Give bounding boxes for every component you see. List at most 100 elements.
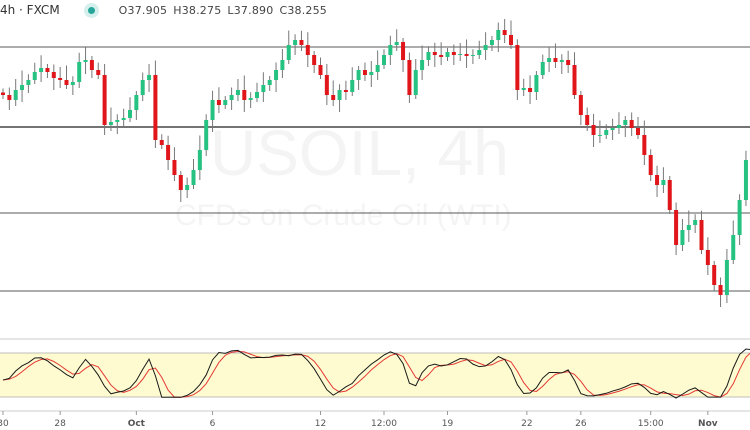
- candle-body: [661, 180, 666, 185]
- candle-body: [108, 122, 113, 125]
- candle-body: [559, 60, 564, 62]
- candle-body: [216, 100, 221, 105]
- candle-body: [197, 150, 202, 170]
- candle-body: [724, 260, 729, 295]
- candle-body: [489, 40, 494, 45]
- x-tick-label: 30: [0, 419, 9, 429]
- candle-body: [509, 35, 513, 45]
- candle-body: [439, 55, 444, 57]
- watermark-symbol: USOIL, 4h: [210, 117, 509, 189]
- candle-body: [248, 98, 253, 100]
- x-tick-label: 28: [54, 419, 66, 429]
- candle-body: [286, 45, 291, 60]
- candle-body: [39, 68, 44, 72]
- candle-body: [185, 185, 190, 190]
- candle-body: [553, 58, 558, 62]
- candle-body: [743, 160, 748, 200]
- x-tick-label: 26: [575, 419, 587, 429]
- watermark-description: CFDs on Crude Oil (WTI): [175, 199, 512, 232]
- x-tick-label: 12: [315, 419, 326, 429]
- candle-body: [585, 115, 590, 125]
- candle-body: [667, 180, 672, 210]
- candle-body: [591, 125, 596, 135]
- candle-body: [686, 225, 691, 230]
- candle-body: [128, 110, 132, 118]
- candle-body: [547, 58, 552, 62]
- candle-body: [578, 95, 583, 115]
- candle-body: [693, 220, 698, 225]
- candle-body: [540, 62, 545, 75]
- ohlc-close: C38.255: [279, 3, 328, 17]
- candle-body: [572, 65, 577, 95]
- candle-body: [337, 90, 342, 100]
- candle-body: [655, 175, 660, 185]
- candle-body: [343, 90, 348, 92]
- candle-body: [1, 92, 5, 95]
- candle-body: [13, 90, 18, 100]
- candle-body: [680, 230, 685, 245]
- x-tick-label: Nov: [698, 419, 718, 429]
- candle-body: [204, 120, 209, 150]
- ohlc-low: L37.890: [227, 3, 274, 17]
- candle-body: [731, 235, 736, 260]
- candle-body: [705, 250, 710, 265]
- candle-body: [45, 68, 50, 72]
- candle-body: [7, 95, 12, 100]
- x-tick-label: 6: [210, 419, 216, 429]
- candle-body: [26, 80, 31, 85]
- candle-body: [134, 95, 139, 110]
- candle-body: [375, 65, 380, 72]
- ohlc-open: O37.905: [118, 3, 168, 17]
- candle-body: [413, 70, 418, 95]
- candle-body: [458, 54, 463, 55]
- x-tick-label: 22: [521, 419, 532, 429]
- price-chart[interactable]: USOIL, 4h CFDs on Crude Oil (WTI) 30 28 Oc…: [0, 0, 750, 430]
- candle-body: [470, 55, 475, 56]
- x-tick-label: 19: [442, 419, 454, 429]
- candle-body: [121, 118, 126, 120]
- candle-body: [32, 72, 37, 80]
- candle-body: [432, 52, 437, 55]
- candle-body: [223, 100, 228, 105]
- x-tick-label: 12:00: [371, 419, 397, 429]
- candle-body: [388, 45, 393, 55]
- candle-body: [331, 95, 336, 100]
- candle-body: [623, 120, 628, 125]
- candle-body: [712, 265, 717, 285]
- candle-body: [356, 70, 361, 80]
- candle-body: [172, 160, 177, 175]
- candle-body: [229, 95, 234, 100]
- candle-body: [191, 170, 196, 185]
- candle-body: [718, 285, 723, 295]
- candle-body: [83, 60, 88, 62]
- candle-body: [305, 45, 310, 55]
- candle-body: [58, 78, 63, 80]
- candle-body: [528, 88, 533, 92]
- candle-body: [629, 120, 634, 128]
- candle-body: [674, 210, 679, 245]
- candle-body: [280, 60, 285, 70]
- candle-body: [51, 72, 56, 78]
- candle-body: [502, 30, 507, 35]
- candle-body: [483, 45, 488, 50]
- candle-body: [324, 75, 329, 95]
- candle-body: [293, 40, 298, 45]
- candle-body: [77, 62, 82, 82]
- candle-body: [140, 80, 145, 95]
- candle-body: [20, 85, 25, 90]
- candle-body: [464, 54, 469, 56]
- candle-body: [312, 55, 317, 65]
- candle-body: [382, 55, 386, 65]
- market-status-icon: [87, 6, 95, 14]
- candle-body: [451, 52, 456, 55]
- candle-body: [96, 70, 101, 75]
- candle-body: [159, 140, 164, 145]
- candle-body: [362, 70, 367, 75]
- candle-body: [636, 128, 640, 135]
- candle-body: [210, 100, 215, 120]
- candle-body: [255, 92, 259, 98]
- candle-body: [521, 88, 526, 90]
- candle-body: [515, 45, 520, 90]
- candle-body: [178, 175, 183, 190]
- candle-body: [166, 145, 171, 160]
